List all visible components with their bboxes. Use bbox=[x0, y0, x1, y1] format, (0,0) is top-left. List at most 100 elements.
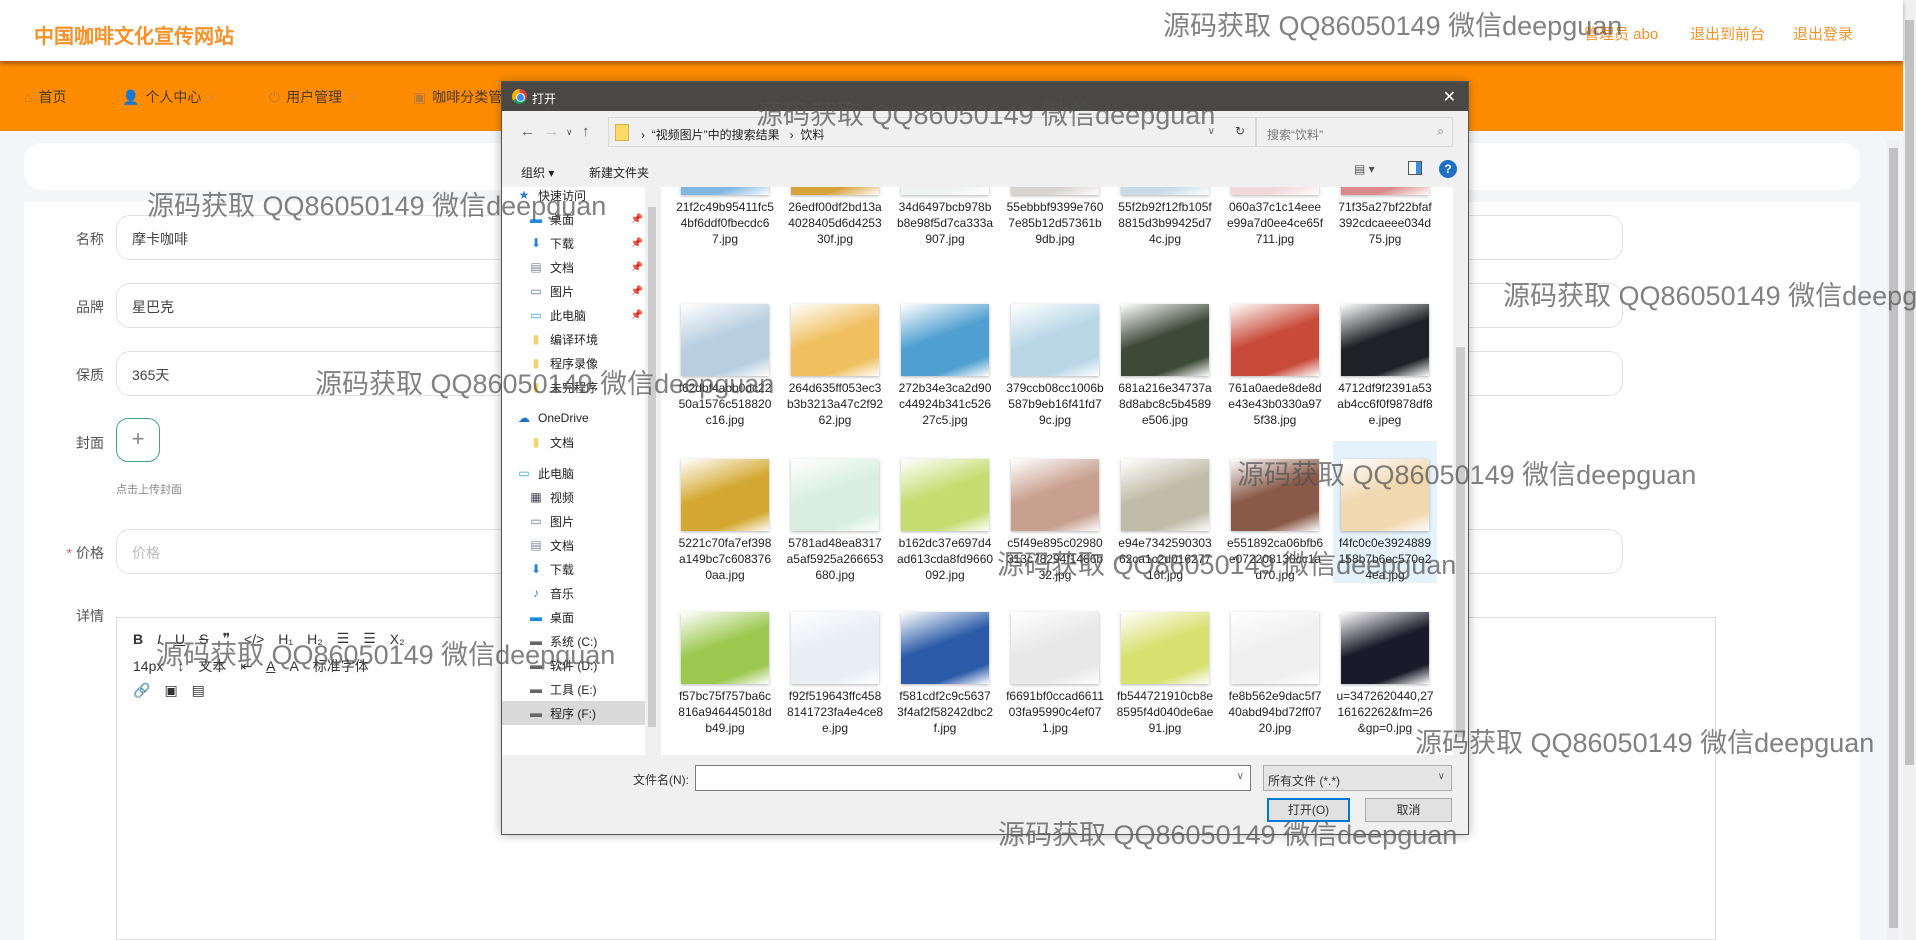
nav-pane-item[interactable]: ▮ 编译环境 bbox=[528, 327, 653, 351]
back-arrow-icon[interactable]: ← bbox=[520, 123, 535, 140]
image-icon[interactable]: ▣ bbox=[164, 682, 177, 699]
nav-pane-item[interactable]: ▬ 工具 (E:) bbox=[528, 677, 653, 701]
code-icon[interactable]: </> bbox=[244, 631, 264, 647]
preview-pane-icon[interactable] bbox=[1408, 161, 1422, 175]
file-item[interactable]: f57bc75f757ba6c816a946445018db49.jpg bbox=[673, 594, 777, 736]
file-item[interactable]: 379ccb08cc1006b587b9eb16f41fd79c.jpg bbox=[1003, 286, 1107, 428]
logout-link[interactable]: 退出登录 bbox=[1793, 23, 1853, 44]
content-scrollbar[interactable] bbox=[1887, 140, 1899, 940]
refresh-icon[interactable]: ↻ bbox=[1235, 124, 1245, 138]
scrollbar-thumb[interactable] bbox=[1889, 148, 1898, 928]
file-item[interactable]: 272b34e3ca2d90c44924b341c52627c5.jpg bbox=[893, 286, 997, 428]
file-item[interactable]: 71f35a27bf22bfaf392cdcaeee034d75.jpg bbox=[1333, 187, 1437, 247]
video-icon[interactable]: ▤ bbox=[192, 682, 205, 699]
breadcrumb-folder[interactable]: 饮料 bbox=[800, 128, 824, 142]
file-type-select[interactable]: 所有文件 (*.*) ∨ bbox=[1263, 765, 1452, 791]
nav-profile[interactable]: 👤 个人中心 ∨ bbox=[122, 87, 215, 107]
file-item[interactable]: b162dc37e697d4ad613cda8fd9660092.jpg bbox=[893, 441, 997, 583]
cancel-button[interactable]: 取消 bbox=[1365, 798, 1452, 822]
chevron-down-icon[interactable]: ∨ bbox=[1237, 771, 1244, 782]
nav-pane-item[interactable]: ▬ 软件 (D:) bbox=[528, 653, 653, 677]
file-item[interactable]: 060a37c1c14eeee99a7d0ee4ce65f711.jpg bbox=[1223, 187, 1327, 247]
page-scrollbar[interactable] bbox=[1903, 0, 1916, 940]
nav-category[interactable]: ▣ 咖啡分类管 bbox=[413, 87, 502, 107]
indent-icon[interactable]: ⇤ bbox=[240, 658, 252, 675]
font-color-icon[interactable]: A bbox=[266, 658, 275, 674]
unordered-list-icon[interactable]: ☰ bbox=[363, 630, 376, 647]
file-item[interactable]: f581cdf2c9c56373f4af2f58242dbc2f.jpg bbox=[893, 594, 997, 736]
background-color-icon[interactable]: A bbox=[289, 658, 298, 674]
nav-pane-item[interactable]: ▭ 此电脑 bbox=[516, 461, 641, 485]
link-icon[interactable]: 🔗 bbox=[133, 682, 150, 699]
search-input[interactable]: 搜索“饮料” ⌕ bbox=[1256, 117, 1453, 147]
file-item[interactable]: 26edf00df2bd13a4028405d6d425330f.jpg bbox=[783, 187, 887, 247]
address-bar[interactable]: › “视频图片”中的搜索结果 › 饮料 ∨ ↻ bbox=[608, 117, 1256, 147]
font-family-select[interactable]: 标准字体 bbox=[313, 656, 369, 676]
up-arrow-icon[interactable]: ↑ bbox=[582, 123, 590, 140]
view-icon[interactable]: ▤ ▾ bbox=[1354, 162, 1375, 176]
nav-pane-item[interactable]: ▮ 文档 bbox=[528, 430, 653, 454]
file-item[interactable]: 681a216e34737a8d8abc8c5b4589e506.jpg bbox=[1113, 286, 1217, 428]
strikethrough-icon[interactable]: S bbox=[199, 631, 208, 647]
admin-user-link[interactable]: 管理员 abo bbox=[1584, 23, 1658, 44]
nav-pane-item[interactable]: ☁ OneDrive bbox=[516, 406, 641, 430]
nav-pane-item[interactable]: ⬇ 下载 bbox=[528, 557, 653, 581]
file-item[interactable]: 21f2c49b95411fc54bf6ddf0fbecdc67.jpg bbox=[673, 187, 777, 247]
cover-upload-button[interactable]: + bbox=[116, 418, 160, 462]
file-item[interactable]: f4fc0c0e3924889158b7b6ec570e24ea.jpg bbox=[1333, 441, 1437, 583]
nav-pane-item[interactable]: ▭ 图片 📌 bbox=[528, 279, 653, 303]
italic-icon[interactable]: I bbox=[157, 631, 161, 647]
file-item[interactable]: fe8b562e9dac5f740abd94bd72ff0720.jpg bbox=[1223, 594, 1327, 736]
file-item[interactable]: 761a0aede8de8de43e43b0330a975f38.jpg bbox=[1223, 286, 1327, 428]
heading1-icon[interactable]: H₁ bbox=[278, 631, 293, 647]
nav-home[interactable]: ⌂ 首页 bbox=[24, 87, 66, 107]
pin-icon[interactable]: 📌 bbox=[631, 214, 643, 225]
quote-icon[interactable]: ❞ bbox=[222, 630, 230, 647]
nav-pane-item[interactable]: ▭ 图片 bbox=[528, 509, 653, 533]
bold-icon[interactable]: B bbox=[133, 631, 143, 647]
close-icon[interactable]: ✕ bbox=[1443, 87, 1456, 107]
nav-pane-item[interactable]: ▦ 视频 bbox=[528, 485, 653, 509]
file-item[interactable]: f62dbf4abb0dc2250a1576c518820c16.jpg bbox=[673, 286, 777, 428]
underline-icon[interactable]: U bbox=[175, 631, 185, 647]
file-item[interactable]: 5221c70fa7ef398a149bc7c6083760aa.jpg bbox=[673, 441, 777, 583]
recent-chevron-icon[interactable]: ∨ bbox=[566, 127, 573, 138]
file-item[interactable]: fb544721910cb8e8595f4d040de6ae91.jpg bbox=[1113, 594, 1217, 736]
ordered-list-icon[interactable]: ☰ bbox=[337, 630, 350, 647]
file-item[interactable]: e94e734259030362ca1c2d01627716f.jpg bbox=[1113, 441, 1217, 583]
nav-pane-item[interactable]: ▬ 桌面 bbox=[528, 605, 653, 629]
nav-users[interactable]: ⏻ 用户管理 ∨ bbox=[269, 87, 355, 107]
breadcrumb-search[interactable]: “视频图片”中的搜索结果 bbox=[652, 128, 780, 142]
scrollbar-thumb[interactable] bbox=[648, 207, 656, 727]
nav-pane-item[interactable]: ▤ 文档 📌 bbox=[528, 255, 653, 279]
file-item[interactable]: c5f49e895c02980313c78294f1466b32.jpg bbox=[1003, 441, 1107, 583]
nav-pane-item[interactable]: ▬ 桌面 📌 bbox=[528, 207, 653, 231]
file-item[interactable]: 55ebbbf9399e7607e85b12d57361b9db.jpg bbox=[1003, 187, 1107, 247]
forward-arrow-icon[interactable]: → bbox=[544, 123, 559, 140]
file-item[interactable]: u=3472620440,2716162262&fm=26&gp=0.jpg bbox=[1333, 594, 1437, 736]
open-button[interactable]: 打开(O) bbox=[1267, 798, 1350, 822]
subscript-icon[interactable]: X₂ bbox=[390, 631, 405, 647]
file-item[interactable]: 34d6497bcb978bb8e98f5d7ca333a907.jpg bbox=[893, 187, 997, 247]
chevron-down-icon[interactable]: ∨ bbox=[1208, 126, 1215, 137]
nav-pane-item[interactable]: ▭ 此电脑 📌 bbox=[528, 303, 653, 327]
file-item[interactable]: 4712df9f2391a53ab4cc6f0f9878df8e.jpeg bbox=[1333, 286, 1437, 428]
organize-button[interactable]: 组织 ▾ bbox=[521, 164, 554, 181]
pin-icon[interactable]: 📌 bbox=[631, 310, 643, 321]
to-front-link[interactable]: 退出到前台 bbox=[1690, 23, 1765, 44]
file-item[interactable]: f6691bf0ccad661103fa95990c4ef071.jpg bbox=[1003, 594, 1107, 736]
scrollbar-thumb[interactable] bbox=[1456, 347, 1465, 737]
nav-pane-item[interactable]: ▬ 程序 (F:) bbox=[502, 701, 645, 725]
nav-pane-item[interactable]: ▮ 未完程序 bbox=[528, 375, 653, 399]
file-item[interactable]: f92f519643ffc4588141723fa4e4ce8e.jpg bbox=[783, 594, 887, 736]
file-item[interactable]: 264d635ff053ec3b3b3213a47c2f9262.jpg bbox=[783, 286, 887, 428]
nav-pane-item[interactable]: ▮ 程序录像 bbox=[528, 351, 653, 375]
nav-pane-item[interactable]: ▬ 系统 (C:) bbox=[528, 629, 653, 653]
file-item[interactable]: 5781ad48ea8317a5af5925a266653680.jpg bbox=[783, 441, 887, 583]
pin-icon[interactable]: 📌 bbox=[631, 286, 643, 297]
file-item[interactable]: 55f2b92f12fb105f8815d3b99425d74c.jpg bbox=[1113, 187, 1217, 247]
line-height-icon[interactable]: ↕ bbox=[177, 658, 184, 674]
nav-pane-item[interactable]: ▤ 文档 bbox=[528, 533, 653, 557]
nav-pane-scrollbar[interactable] bbox=[645, 187, 659, 755]
file-item[interactable]: e551892ca06bfb6e072208130cc1ad70.jpg bbox=[1223, 441, 1327, 583]
